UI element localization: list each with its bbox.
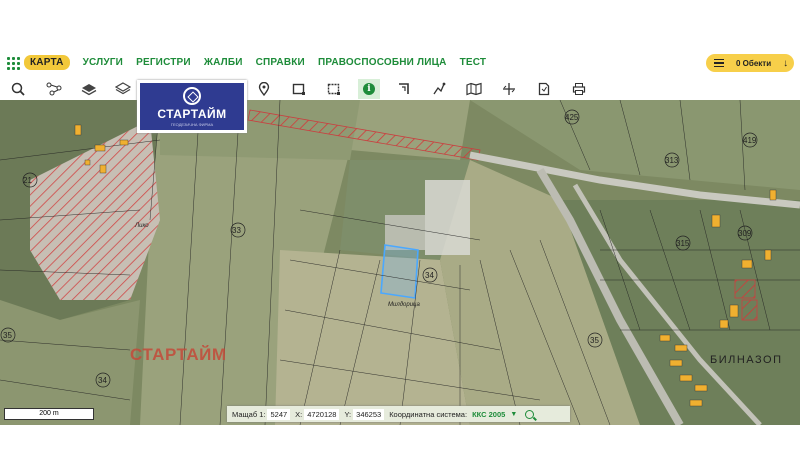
street-label: Милдорица [388,302,420,308]
crs-label: Координатна система: [389,409,468,419]
parcel-number: 313 [665,156,679,165]
parcel-number: 315 [676,239,690,248]
print-icon[interactable] [568,79,590,99]
nav-item-pravosposobni-lica[interactable]: ПРАВОСПОСОБНИ ЛИЦА [318,57,447,68]
layers-stack-icon[interactable] [112,79,134,99]
search-icon[interactable] [7,79,29,99]
place-name-label: БИЛНАЗОП [710,354,783,366]
logo-subtitle: ГЕОДЕЗИЧНА ФИРМА [170,122,214,127]
parcel-number: 35 [590,336,599,345]
info-icon[interactable]: i [358,79,380,99]
cadastral-map[interactable]: 21 33 34 35 313 315 309 425 419 34 35 Ли… [0,100,800,425]
nav-item-spravki[interactable]: СПРАВКИ [256,57,305,68]
draw-rectangle-icon[interactable] [288,79,310,99]
nav-item-karta[interactable]: КАРТА [24,55,70,70]
status-bar: Мащаб 1: 5247 X: 4720128 Y: 346253 Коорд… [227,406,570,422]
crs-select[interactable]: ККС 2005 [472,410,505,419]
apps-grid-icon[interactable] [7,57,21,71]
parcel-number: 34 [98,376,107,385]
parcel-number: 21 [23,176,32,185]
main-nav: КАРТА УСЛУГИ РЕГИСТРИ ЖАЛБИ СПРАВКИ ПРАВ… [24,55,486,70]
company-logo: СТАРТАЙМ ГЕОДЕЗИЧНА ФИРМА [137,80,247,133]
chevron-down-icon[interactable]: ▼ [510,411,517,418]
parcel-number: 35 [3,331,12,340]
parcel-number: 309 [738,229,752,238]
scale-bar: 200 m [4,408,94,420]
objects-button[interactable]: 0 Обекти ↓ [706,54,794,72]
x-label: X: [295,409,303,419]
scale-input[interactable]: 5247 [267,408,291,420]
topology-icon[interactable] [43,79,65,99]
measure-corner-icon[interactable] [393,79,415,99]
layers-icon[interactable] [78,79,100,99]
location-pin-icon[interactable] [253,79,275,99]
map-watermark: СТАРТАЙМ [130,345,227,364]
hamburger-icon [714,57,724,70]
nav-item-uslugi[interactable]: УСЛУГИ [83,57,124,68]
nav-item-zhalbi[interactable]: ЖАЛБИ [204,57,243,68]
emblem-icon [183,87,201,105]
logo-name: СТАРТАЙМ [157,107,227,121]
draw-line-icon[interactable] [428,79,450,99]
parcel-number: 419 [743,136,757,145]
y-coordinate: 346253 [353,408,385,420]
search-icon[interactable] [525,409,535,419]
x-coordinate: 4720128 [304,408,340,420]
street-label: Лико [135,223,149,229]
nav-item-test[interactable]: ТЕСТ [460,57,487,68]
document-icon[interactable] [533,79,555,99]
nav-item-registri[interactable]: РЕГИСТРИ [136,57,191,68]
objects-count-label: 0 Обекти [736,58,772,68]
parcel-number: 33 [232,226,241,235]
map-icon[interactable] [463,79,485,99]
arrow-down-icon: ↓ [783,57,789,69]
select-area-icon[interactable] [323,79,345,99]
parcel-number: 425 [565,113,579,122]
crosshair-icon[interactable] [498,79,520,99]
map-imagery [0,100,800,425]
parcel-number: 34 [425,271,434,280]
y-label: Y: [344,409,352,419]
scale-label: Мащаб 1: [232,409,266,419]
